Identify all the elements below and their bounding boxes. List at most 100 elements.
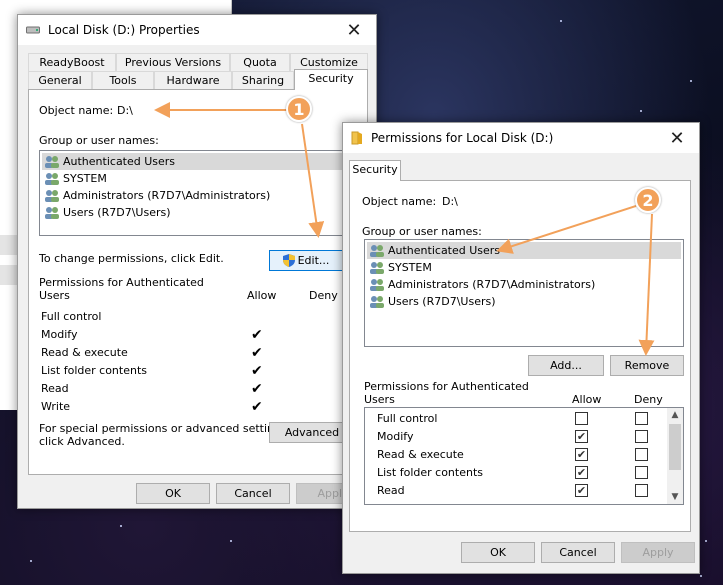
deny-checkbox[interactable]: [635, 430, 648, 443]
properties-window: Local Disk (D:) Properties ✕ ReadyBoost …: [17, 14, 377, 509]
table-row: Modify ✔: [29, 326, 367, 344]
tab-quota[interactable]: Quota: [230, 53, 290, 71]
user-group-icon: [369, 244, 385, 257]
add-button[interactable]: Add...: [528, 355, 604, 376]
permission-name: Modify: [41, 328, 78, 341]
allow-checkbox[interactable]: [575, 412, 588, 425]
tab-general[interactable]: General: [28, 71, 92, 89]
list-item[interactable]: SYSTEM: [367, 259, 681, 276]
table-row: Write ✔: [29, 398, 367, 416]
check-icon: ✔: [251, 399, 263, 415]
properties-titlebar[interactable]: Local Disk (D:) Properties ✕: [18, 15, 376, 45]
check-icon: ✔: [251, 381, 263, 397]
object-name-label: Object name:: [39, 104, 114, 117]
object-name-value: D:\: [442, 195, 458, 208]
tab-hardware[interactable]: Hardware: [154, 71, 232, 89]
permission-name: Read & execute: [377, 448, 464, 461]
allow-header: Allow: [247, 289, 277, 302]
uac-shield-icon: [282, 254, 295, 267]
permissions-for-label: Permissions for Authenticated: [39, 276, 204, 289]
tab-sharing[interactable]: Sharing: [232, 71, 294, 89]
permission-name: List folder contents: [377, 466, 483, 479]
cancel-button[interactable]: Cancel: [541, 542, 615, 563]
user-name: Administrators (R7D7\Administrators): [388, 278, 596, 291]
drive-icon: [26, 25, 40, 35]
list-item[interactable]: SYSTEM: [42, 170, 356, 187]
check-icon: ✔: [251, 345, 263, 361]
list-item[interactable]: Authenticated Users: [42, 153, 356, 170]
apply-button[interactable]: Apply: [621, 542, 695, 563]
user-group-icon: [44, 189, 60, 202]
user-name: Users (R7D7\Users): [388, 295, 496, 308]
user-list[interactable]: Authenticated Users SYSTEM Administrator…: [364, 239, 684, 347]
remove-button[interactable]: Remove: [610, 355, 684, 376]
permission-name: Read & execute: [41, 346, 128, 359]
permission-name: List folder contents: [41, 364, 147, 377]
ok-button[interactable]: OK: [461, 542, 535, 563]
user-group-icon: [44, 155, 60, 168]
permissions-for-label: Permissions for Authenticated: [364, 380, 529, 393]
list-item[interactable]: Users (R7D7\Users): [367, 293, 681, 310]
tab-tools[interactable]: Tools: [92, 71, 154, 89]
user-name: Authenticated Users: [388, 244, 501, 257]
user-name: Authenticated Users: [63, 155, 176, 168]
deny-checkbox[interactable]: [635, 484, 648, 497]
list-item[interactable]: Users (R7D7\Users): [42, 204, 356, 221]
group-label: Group or user names:: [362, 225, 482, 238]
close-icon[interactable]: ✕: [655, 123, 699, 153]
table-row: List folder contents ✔: [29, 362, 367, 380]
change-permissions-text: To change permissions, click Edit.: [39, 252, 224, 265]
edit-button[interactable]: Edit...: [269, 250, 343, 271]
user-name: Users (R7D7\Users): [63, 206, 171, 219]
security-panel: Object name: D:\ Group or user names: Au…: [28, 89, 368, 475]
deny-header: Deny: [634, 393, 663, 406]
table-row: Full control: [29, 308, 367, 326]
table-row: Read & execute ✔: [29, 344, 367, 362]
permissions-for-label-user: Users: [364, 393, 395, 406]
user-list[interactable]: Authenticated Users SYSTEM Administrator…: [39, 150, 359, 236]
deny-checkbox[interactable]: [635, 448, 648, 461]
deny-header: Deny: [309, 289, 338, 302]
cancel-button[interactable]: Cancel: [216, 483, 290, 504]
object-name-label: Object name:: [362, 195, 437, 208]
table-row: Read & execute ✔: [365, 446, 683, 464]
deny-checkbox[interactable]: [635, 466, 648, 479]
list-item[interactable]: Administrators (R7D7\Administrators): [367, 276, 681, 293]
tab-security[interactable]: Security: [349, 160, 401, 181]
close-icon[interactable]: ✕: [332, 15, 376, 45]
allow-checkbox[interactable]: ✔: [575, 430, 588, 443]
edit-button-label: Edit...: [297, 254, 330, 267]
user-group-icon: [369, 295, 385, 308]
permission-name: Read: [377, 484, 405, 497]
tab-security[interactable]: Security: [294, 69, 368, 90]
group-label: Group or user names:: [39, 134, 159, 147]
table-row: Full control: [365, 410, 683, 428]
allow-checkbox[interactable]: ✔: [575, 484, 588, 497]
properties-title: Local Disk (D:) Properties: [48, 23, 200, 37]
deny-checkbox[interactable]: [635, 412, 648, 425]
allow-checkbox[interactable]: ✔: [575, 466, 588, 479]
tab-readyboost[interactable]: ReadyBoost: [28, 53, 116, 71]
list-item[interactable]: Authenticated Users: [367, 242, 681, 259]
scroll-up-icon[interactable]: ▲: [667, 408, 683, 422]
list-item[interactable]: Administrators (R7D7\Administrators): [42, 187, 356, 204]
ok-button[interactable]: OK: [136, 483, 210, 504]
table-row: Modify ✔: [365, 428, 683, 446]
scroll-down-icon[interactable]: ▼: [667, 490, 683, 504]
permissions-panel: Object name: D:\ Group or user names: Au…: [349, 180, 691, 532]
scroll-thumb[interactable]: [669, 424, 681, 470]
special-permissions-text-2: click Advanced.: [39, 435, 125, 448]
user-group-icon: [369, 261, 385, 274]
permission-name: Modify: [377, 430, 414, 443]
tab-previous-versions[interactable]: Previous Versions: [116, 53, 230, 71]
permission-name: Full control: [41, 310, 102, 323]
allow-header: Allow: [572, 393, 602, 406]
permission-name: Write: [41, 400, 71, 413]
allow-checkbox[interactable]: ✔: [575, 448, 588, 461]
permissions-table: Full control Modify ✔ Read & execute ✔ L…: [364, 407, 684, 505]
table-row: Read ✔: [29, 380, 367, 398]
permissions-title: Permissions for Local Disk (D:): [371, 131, 554, 145]
permissions-scrollbar[interactable]: ▲ ▼: [667, 408, 683, 504]
check-icon: ✔: [251, 363, 263, 379]
permissions-titlebar[interactable]: Permissions for Local Disk (D:) ✕: [343, 123, 699, 153]
